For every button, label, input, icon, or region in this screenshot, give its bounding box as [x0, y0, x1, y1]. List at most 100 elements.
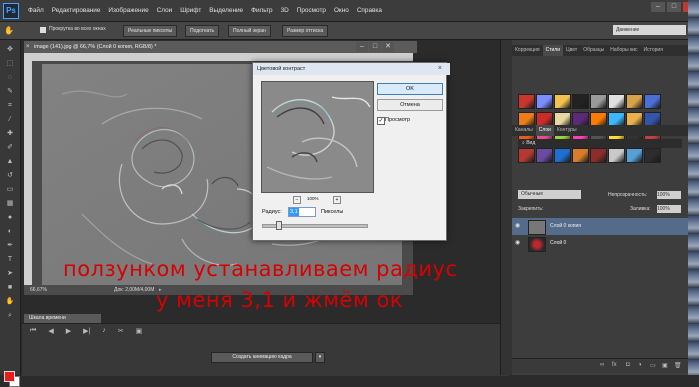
timeline-tab[interactable]: Шкала времени	[24, 314, 101, 323]
cancel-button[interactable]: Отмена	[377, 99, 443, 111]
menu-item[interactable]: Справка	[357, 7, 382, 14]
fit-screen-button[interactable]: Подогнать	[185, 25, 220, 37]
play-icon[interactable]: ▶	[66, 327, 71, 335]
panel-tab[interactable]: Контуры	[554, 125, 580, 136]
radius-input[interactable]: 3,1	[288, 207, 316, 217]
split-icon[interactable]: ✂	[118, 327, 124, 335]
audio-icon[interactable]: ♪	[102, 327, 106, 335]
style-swatch[interactable]	[536, 148, 553, 163]
blend-mode-select[interactable]: Обычные	[518, 190, 581, 199]
menu-item[interactable]: Слои	[157, 7, 173, 14]
foreground-color-swatch[interactable]	[4, 371, 15, 382]
style-swatch[interactable]	[626, 94, 643, 109]
eyedropper-tool-icon[interactable]: ⁄	[5, 116, 15, 124]
style-swatch[interactable]	[644, 148, 661, 163]
visibility-eye-icon[interactable]: ◉	[515, 240, 523, 246]
stamp-tool-icon[interactable]: ▲	[5, 158, 15, 166]
doc-minimize-icon[interactable]: –	[356, 42, 368, 52]
style-swatch[interactable]	[644, 94, 661, 109]
quick-select-tool-icon[interactable]: ✎	[5, 88, 15, 96]
menu-item[interactable]: Шрифт	[180, 7, 201, 14]
hand-tool-icon[interactable]: ✋	[4, 26, 14, 35]
style-swatch[interactable]	[518, 148, 535, 163]
path-select-tool-icon[interactable]: ➤	[5, 270, 15, 278]
filter-preview[interactable]	[261, 81, 374, 193]
prev-frame-icon[interactable]: ◀	[48, 327, 53, 335]
document-close-icon[interactable]: ×	[26, 44, 32, 50]
marquee-tool-icon[interactable]: ⬚	[5, 60, 15, 68]
crop-tool-icon[interactable]: ⌗	[5, 102, 15, 110]
create-animation-dropdown-icon[interactable]: ▾	[315, 352, 325, 363]
layer-row[interactable]: ◉ Слой 0 копия	[512, 218, 688, 235]
blur-tool-icon[interactable]: ●	[5, 214, 15, 222]
move-tool-icon[interactable]: ✥	[5, 46, 15, 54]
ok-button[interactable]: OK	[377, 83, 443, 95]
pen-tool-icon[interactable]: ✒	[5, 242, 15, 250]
maximize-icon[interactable]: □	[667, 2, 681, 12]
panel-tab[interactable]: Каналы	[512, 125, 536, 136]
first-frame-icon[interactable]: ⏮	[30, 327, 36, 335]
style-swatch[interactable]	[572, 94, 589, 109]
next-frame-icon[interactable]: ▶|	[83, 327, 90, 335]
print-size-button[interactable]: Размер оттиска	[282, 25, 329, 37]
menu-item[interactable]: 3D	[281, 7, 289, 14]
style-swatch[interactable]	[608, 148, 625, 163]
style-swatch[interactable]	[554, 148, 571, 163]
fill-input[interactable]: 100%	[657, 205, 681, 213]
eraser-tool-icon[interactable]: ▭	[5, 186, 15, 194]
menu-item[interactable]: Фильтр	[251, 7, 272, 14]
panel-tab[interactable]: Наборы кис	[607, 45, 640, 56]
radius-slider-thumb[interactable]	[275, 221, 282, 230]
transition-icon[interactable]: ▣	[136, 327, 143, 335]
healing-tool-icon[interactable]: ✚	[5, 130, 15, 138]
brush-tool-icon[interactable]: ✐	[5, 144, 15, 152]
menu-item[interactable]: Редактирование	[52, 7, 101, 14]
dodge-tool-icon[interactable]: ◐	[5, 228, 15, 236]
full-screen-button[interactable]: Полный экран	[228, 25, 271, 37]
style-swatch[interactable]	[590, 94, 607, 109]
menu-item[interactable]: Окно	[334, 7, 349, 14]
panel-tab[interactable]: Стили	[542, 45, 563, 56]
panel-tab[interactable]: Цвет	[563, 45, 580, 56]
new-layer-icon[interactable]: ▣	[662, 362, 668, 369]
type-tool-icon[interactable]: T	[5, 256, 15, 264]
menu-item[interactable]: Просмотр	[297, 7, 326, 14]
preview-checkbox[interactable]: ✓	[377, 117, 385, 125]
shape-tool-icon[interactable]: ■	[5, 284, 15, 292]
menu-item[interactable]: Файл	[28, 7, 44, 14]
panel-tab[interactable]: Коррекция	[512, 45, 543, 56]
group-icon[interactable]: ▭	[650, 362, 656, 369]
style-swatch[interactable]	[590, 148, 607, 163]
menu-item[interactable]: Выделение	[209, 7, 243, 14]
link-layers-icon[interactable]: ∞	[600, 362, 604, 368]
menu-item[interactable]: Изображение	[108, 7, 148, 14]
doc-close-icon[interactable]: ✕	[382, 42, 394, 52]
layer-kind-filter[interactable]: ⌕ Вид	[518, 139, 682, 148]
layer-row[interactable]: ◉ Слой 0	[512, 235, 688, 252]
panel-tab[interactable]: История	[641, 45, 666, 56]
lasso-tool-icon[interactable]: ◌	[5, 74, 15, 82]
actual-pixels-button[interactable]: Реальные пикселы	[123, 25, 178, 37]
panel-tab[interactable]: Слои	[535, 125, 554, 136]
workspace-select[interactable]: Движение	[613, 25, 686, 35]
panel-tab[interactable]: Образцы	[580, 45, 607, 56]
mask-icon[interactable]: ◘	[626, 362, 630, 368]
opacity-input[interactable]: 100%	[657, 191, 681, 199]
adjustment-icon[interactable]: ◑	[638, 362, 642, 368]
dialog-close-icon[interactable]: ×	[438, 65, 442, 72]
history-brush-tool-icon[interactable]: ↺	[5, 172, 15, 180]
hand-tool-icon[interactable]: ✋	[5, 298, 15, 306]
style-swatch[interactable]	[626, 148, 643, 163]
doc-maximize-icon[interactable]: □	[369, 42, 381, 52]
layer-style-icon[interactable]: fx	[612, 362, 617, 368]
style-swatch[interactable]	[608, 94, 625, 109]
scroll-all-windows-checkbox[interactable]	[40, 27, 46, 33]
create-frame-animation-button[interactable]: Создать анимацию кадра	[211, 352, 313, 363]
trash-icon[interactable]: 🗑	[674, 362, 682, 369]
visibility-eye-icon[interactable]: ◉	[515, 223, 523, 229]
zoom-out-button[interactable]: −	[293, 196, 301, 204]
zoom-tool-icon[interactable]: ⌕	[5, 312, 15, 320]
gradient-tool-icon[interactable]: ▦	[5, 200, 15, 208]
style-swatch[interactable]	[554, 94, 571, 109]
style-swatch[interactable]	[536, 94, 553, 109]
